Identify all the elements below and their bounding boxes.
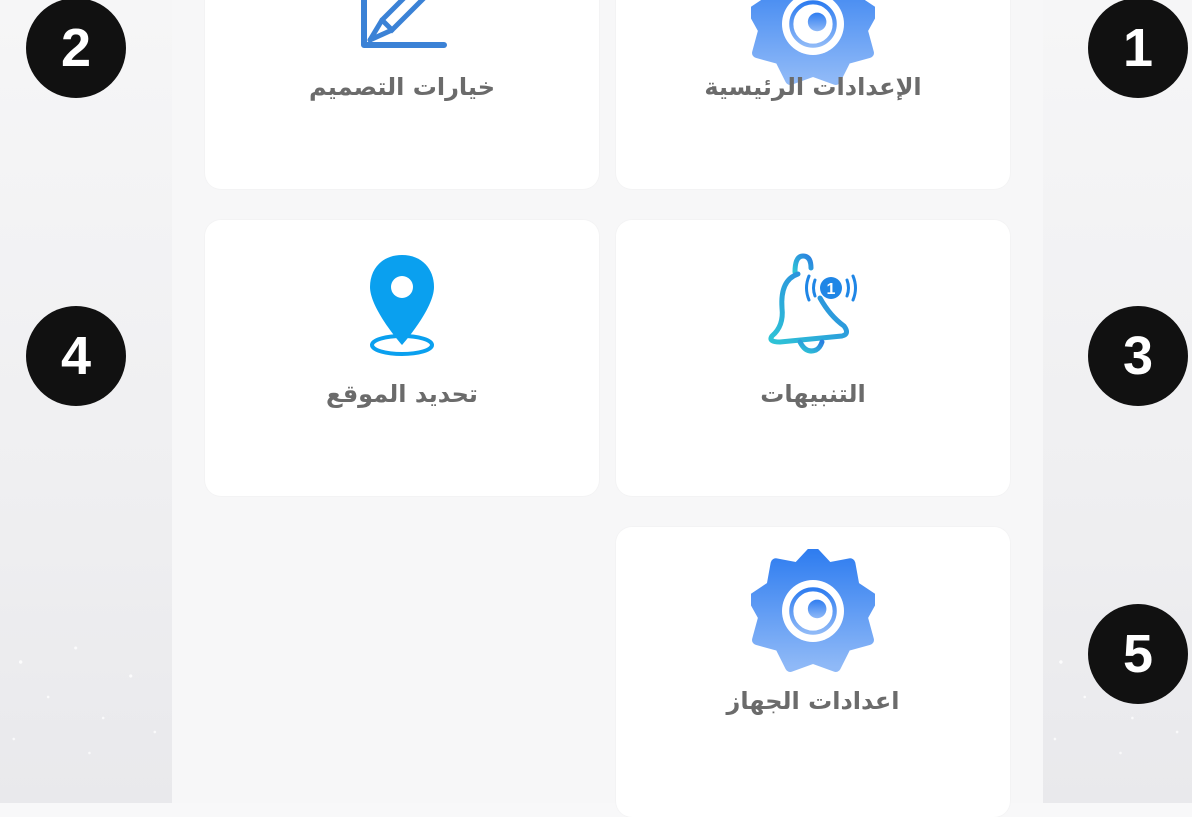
notifications-card[interactable]: 1 التنبيهات	[616, 220, 1010, 496]
location-card[interactable]: تحديد الموقع	[205, 220, 599, 496]
settings-screen: الإعدادات الرئيسية خيارات التصميم 1 التن…	[172, 0, 1043, 817]
card-label: خيارات التصميم	[308, 73, 495, 101]
pencil-edit-icon	[352, 0, 452, 50]
callout-1: 1	[1088, 0, 1188, 98]
callout-2: 2	[26, 0, 126, 98]
location-pin-icon	[362, 253, 442, 361]
card-label: التنبيهات	[760, 380, 866, 408]
card-label: تحديد الموقع	[326, 380, 478, 408]
card-label: الإعدادات الرئيسية	[704, 73, 922, 101]
bell-badge-count: 1	[827, 281, 836, 298]
device-settings-card[interactable]: اعدادات الجهاز	[616, 527, 1010, 817]
callout-5: 5	[1088, 604, 1188, 704]
gear-icon	[747, 545, 879, 673]
sparkle-decoration	[0, 620, 172, 760]
callout-3: 3	[1088, 306, 1188, 406]
card-label: اعدادات الجهاز	[726, 687, 900, 715]
main-settings-card[interactable]: الإعدادات الرئيسية	[616, 0, 1010, 189]
callout-4: 4	[26, 306, 126, 406]
design-options-card[interactable]: خيارات التصميم	[205, 0, 599, 189]
bell-icon: 1	[758, 250, 868, 360]
